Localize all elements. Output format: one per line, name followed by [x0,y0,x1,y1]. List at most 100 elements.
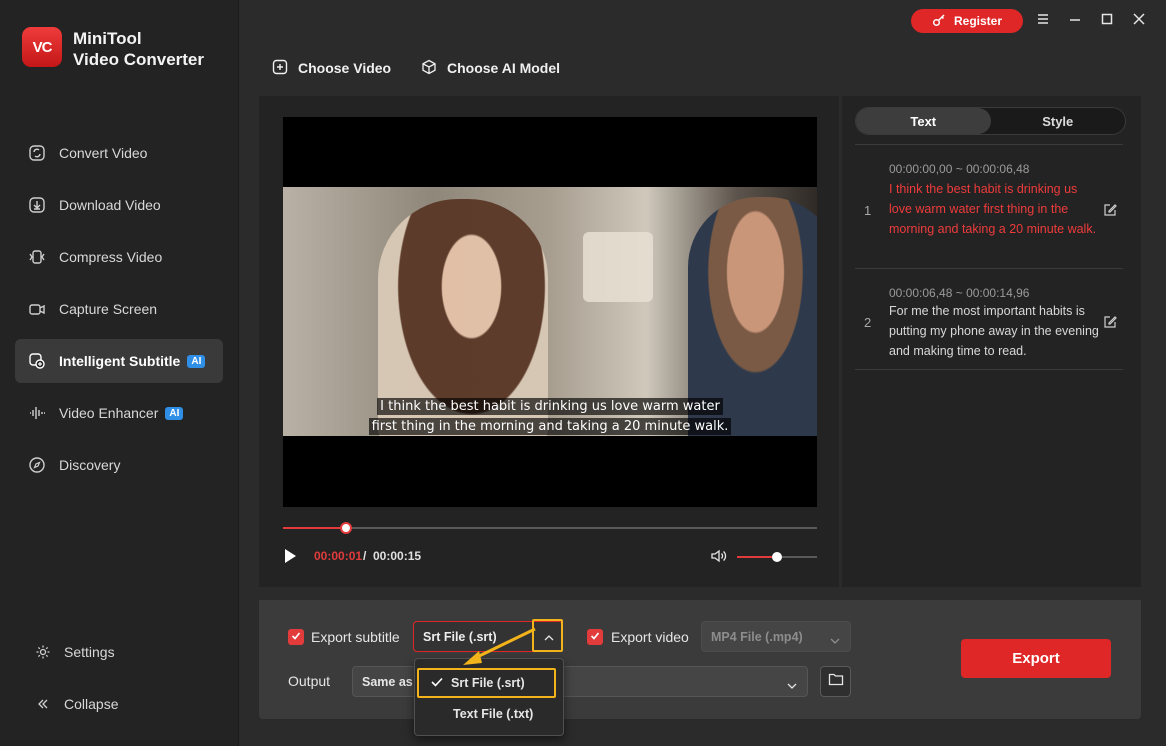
volume-slider[interactable] [737,552,817,562]
maximize-button[interactable] [1097,11,1117,31]
register-label: Register [953,14,1003,28]
dropdown-option-label: Text File (.txt) [453,707,534,721]
collapse-button[interactable]: Collapse [15,684,223,724]
subtitle-row[interactable]: 00:00:00,00 ~ 00:00:06,48 1 I think the … [855,144,1123,268]
app-name-line2: Video Converter [73,50,205,69]
volume-fill [737,556,777,558]
browse-folder-button[interactable] [820,666,851,697]
export-video-label: Export video [611,629,689,645]
convert-icon [27,143,47,163]
ai-badge: AI [165,406,184,420]
video-preview[interactable]: I think the best habit is drinking us lo… [283,117,817,507]
subtitle-text[interactable]: For me the most important habits is putt… [889,301,1099,361]
tab-style[interactable]: Style [991,108,1126,134]
scene-lamp [583,232,653,302]
menu-button[interactable] [1033,11,1053,31]
sidebar-item-label: Convert Video [59,145,148,161]
tab-label: Style [1042,113,1074,129]
close-button[interactable] [1129,11,1149,31]
volume-button[interactable] [710,548,728,564]
tab-text[interactable]: Text [856,108,991,134]
subtitle-list: 00:00:00,00 ~ 00:00:06,48 1 I think the … [855,144,1123,370]
choose-ai-model-button[interactable]: Choose AI Model [421,56,560,80]
key-icon [932,13,946,30]
logo-text: VC [32,38,53,56]
export-label: Export [1012,650,1060,667]
progress-slider[interactable] [283,522,817,534]
check-icon [291,628,301,646]
sidebar-item-convert-video[interactable]: Convert Video [15,131,223,175]
collapse-label: Collapse [64,696,119,712]
double-chevron-left-icon [33,694,53,714]
sidebar: VC MiniTool Video Converter Convert Vide… [0,0,239,746]
ai-badge: AI [187,354,206,368]
progress-fill [283,527,346,529]
folder-icon [828,672,844,691]
sidebar-item-discovery[interactable]: Discovery [15,443,223,487]
sidebar-item-capture-screen[interactable]: Capture Screen [15,287,223,331]
play-button[interactable] [283,548,297,564]
subtitle-text: I think the best habit is drinking us lo… [377,398,723,415]
register-button[interactable]: Register [911,9,1023,33]
checkmark-icon [431,676,443,690]
sidebar-item-label: Download Video [59,197,161,213]
edit-icon[interactable] [1103,203,1117,217]
close-icon [1133,12,1145,30]
time-separator: / [363,549,367,563]
export-subtitle-label: Export subtitle [311,629,400,645]
subtitle-row[interactable]: 00:00:06,48 ~ 00:00:14,96 2 For me the m… [855,268,1123,370]
total-time: 00:00:15 [373,549,422,563]
subtitle-index: 1 [864,203,872,218]
progress-handle[interactable] [340,522,352,534]
compass-icon [27,455,47,475]
sidebar-item-video-enhancer[interactable]: Video Enhancer AI [15,391,223,435]
sidebar-item-compress-video[interactable]: Compress Video [15,235,223,279]
sidebar-item-label: Compress Video [59,249,163,265]
camera-icon [27,299,47,319]
sidebar-item-label: Video Enhancer [59,405,159,421]
tab-label: Text [910,113,937,129]
chevron-down-icon [830,633,840,647]
player-panel: I think the best habit is drinking us lo… [259,96,839,587]
video-subtitle-line2: first thing in the morning and taking a … [283,417,817,436]
sidebar-item-label: Intelligent Subtitle [59,353,181,369]
maximize-icon [1101,12,1113,30]
settings-button[interactable]: Settings [15,632,223,672]
compress-icon [27,247,47,267]
speaker-icon [710,549,728,568]
choose-video-button[interactable]: Choose Video [272,56,391,80]
sidebar-item-intelligent-subtitle[interactable]: Intelligent Subtitle AI [15,339,223,383]
gear-icon [33,642,53,662]
dropdown-option-srt[interactable]: Srt File (.srt) [417,668,556,698]
sidebar-item-download-video[interactable]: Download Video [15,183,223,227]
edit-icon[interactable] [1103,315,1117,329]
hamburger-icon [1037,12,1049,30]
subtitle-index: 2 [864,315,872,330]
settings-label: Settings [64,644,115,660]
export-button[interactable]: Export [961,639,1111,678]
video-frame: I think the best habit is drinking us lo… [283,187,817,436]
app-name-line1: MiniTool [73,29,142,48]
sidebar-item-label: Capture Screen [59,301,158,317]
dropdown-option-txt[interactable]: Text File (.txt) [415,699,563,729]
check-icon [590,628,600,646]
export-subtitle-checkbox[interactable] [288,629,304,645]
volume-handle[interactable] [772,552,782,562]
video-format-select[interactable]: MP4 File (.mp4) [701,621,851,652]
output-path-value: Same as [362,674,413,689]
dropdown-option-label: Srt File (.srt) [451,676,525,690]
export-video-checkbox[interactable] [587,629,603,645]
plus-square-icon [272,59,288,78]
subtitles-panel: Text Style 00:00:00,00 ~ 00:00:06,48 1 I… [842,96,1141,587]
export-bar: Export subtitle Srt File (.srt) Export v… [259,600,1141,719]
minimize-button[interactable] [1065,11,1085,31]
waveform-icon [27,403,47,423]
panel-tabs: Text Style [855,107,1126,135]
minimize-icon [1069,12,1081,30]
subtitle-text[interactable]: I think the best habit is drinking us lo… [889,179,1099,239]
cube-icon [421,59,437,78]
callout-arrow [463,627,536,665]
sidebar-item-label: Discovery [59,457,121,473]
download-icon [27,195,47,215]
video-subtitle-line1: I think the best habit is drinking us lo… [283,397,817,416]
